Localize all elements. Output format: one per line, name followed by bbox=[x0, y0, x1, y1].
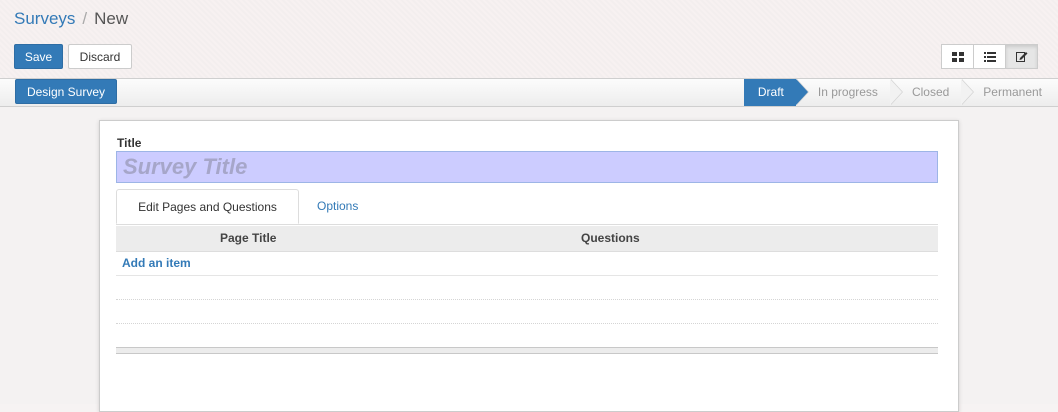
breadcrumb: Surveys / New bbox=[14, 9, 128, 29]
empty-row bbox=[116, 300, 938, 324]
form-background: Title Edit Pages and Questions Options P… bbox=[0, 107, 1058, 412]
breadcrumb-surveys-link[interactable]: Surveys bbox=[14, 9, 75, 28]
list-view-icon bbox=[983, 51, 996, 62]
pages-table: Page Title Questions Add an item bbox=[116, 226, 938, 354]
statusbar: Design Survey Draft In progress Closed P… bbox=[0, 79, 1058, 107]
empty-row bbox=[116, 276, 938, 300]
tab-options[interactable]: Options bbox=[317, 189, 358, 224]
kanban-view-icon bbox=[951, 51, 964, 62]
stage-in-progress[interactable]: In progress bbox=[796, 79, 903, 106]
notebook-tabs: Edit Pages and Questions Options bbox=[116, 189, 938, 225]
view-switcher bbox=[941, 44, 1038, 69]
empty-row bbox=[116, 324, 938, 348]
kanban-view-button[interactable] bbox=[941, 44, 974, 69]
table-header: Page Title Questions bbox=[116, 226, 938, 252]
title-label: Title bbox=[117, 136, 142, 150]
column-questions[interactable]: Questions bbox=[581, 226, 640, 251]
tab-edit-pages-and-questions[interactable]: Edit Pages and Questions bbox=[116, 189, 299, 224]
discard-button[interactable]: Discard bbox=[68, 44, 132, 69]
list-view-button[interactable] bbox=[973, 44, 1006, 69]
stage-draft[interactable]: Draft bbox=[743, 79, 809, 106]
column-page-title[interactable]: Page Title bbox=[220, 226, 276, 251]
breadcrumb-separator: / bbox=[82, 9, 88, 28]
add-an-item-link[interactable]: Add an item bbox=[122, 256, 191, 270]
status-stages: Draft In progress Closed Permanent bbox=[743, 79, 1058, 106]
form-sheet: Title Edit Pages and Questions Options P… bbox=[99, 120, 959, 412]
control-panel: Surveys / New Save Discard bbox=[0, 0, 1058, 79]
add-item-row: Add an item bbox=[116, 252, 938, 276]
form-view-button[interactable] bbox=[1005, 44, 1038, 69]
form-view-icon bbox=[1015, 52, 1027, 62]
save-button[interactable]: Save bbox=[14, 44, 63, 69]
stage-permanent[interactable]: Permanent bbox=[961, 79, 1058, 106]
design-survey-button[interactable]: Design Survey bbox=[15, 79, 117, 104]
survey-title-input[interactable] bbox=[116, 151, 938, 183]
breadcrumb-current: New bbox=[94, 9, 129, 28]
table-footer bbox=[116, 347, 938, 354]
